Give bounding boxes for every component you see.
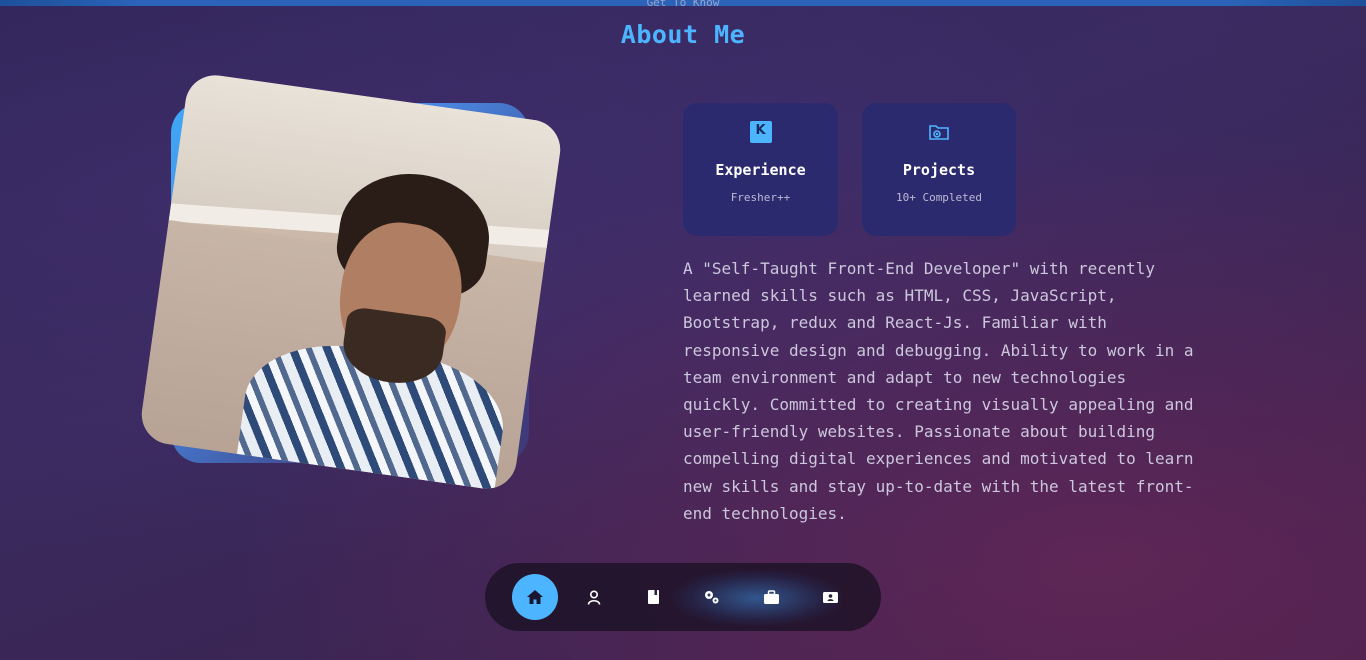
projects-card-subtitle: 10+ Completed	[895, 191, 983, 204]
section-subtitle: Get To Know	[646, 0, 720, 9]
projects-card: Projects 10+ Completed	[862, 103, 1016, 236]
experience-card-title: Experience	[715, 161, 806, 179]
folder-icon	[929, 125, 949, 140]
contact-card-icon	[822, 591, 838, 603]
profile-photo	[137, 71, 565, 493]
projects-card-title: Projects	[902, 161, 976, 179]
nav-contact-button[interactable]	[807, 574, 853, 620]
gears-icon	[705, 591, 719, 604]
nav-experience-button[interactable]	[630, 574, 676, 620]
experience-card: K Experience Fresher++	[683, 103, 838, 236]
experience-card-subtitle: Fresher++	[730, 191, 791, 204]
nav-about-button[interactable]	[571, 574, 617, 620]
user-icon	[587, 589, 601, 605]
section-title: About Me	[620, 20, 746, 49]
nav-home-button[interactable]	[512, 574, 558, 620]
briefcase-icon	[763, 589, 779, 604]
award-k-icon: K	[749, 121, 772, 143]
nav-portfolio-button[interactable]	[748, 574, 794, 620]
home-icon	[527, 590, 543, 604]
about-description: A "Self-Taught Front-End Developer" with…	[683, 259, 1194, 523]
book-icon	[647, 590, 659, 604]
nav-services-button[interactable]	[689, 574, 735, 620]
